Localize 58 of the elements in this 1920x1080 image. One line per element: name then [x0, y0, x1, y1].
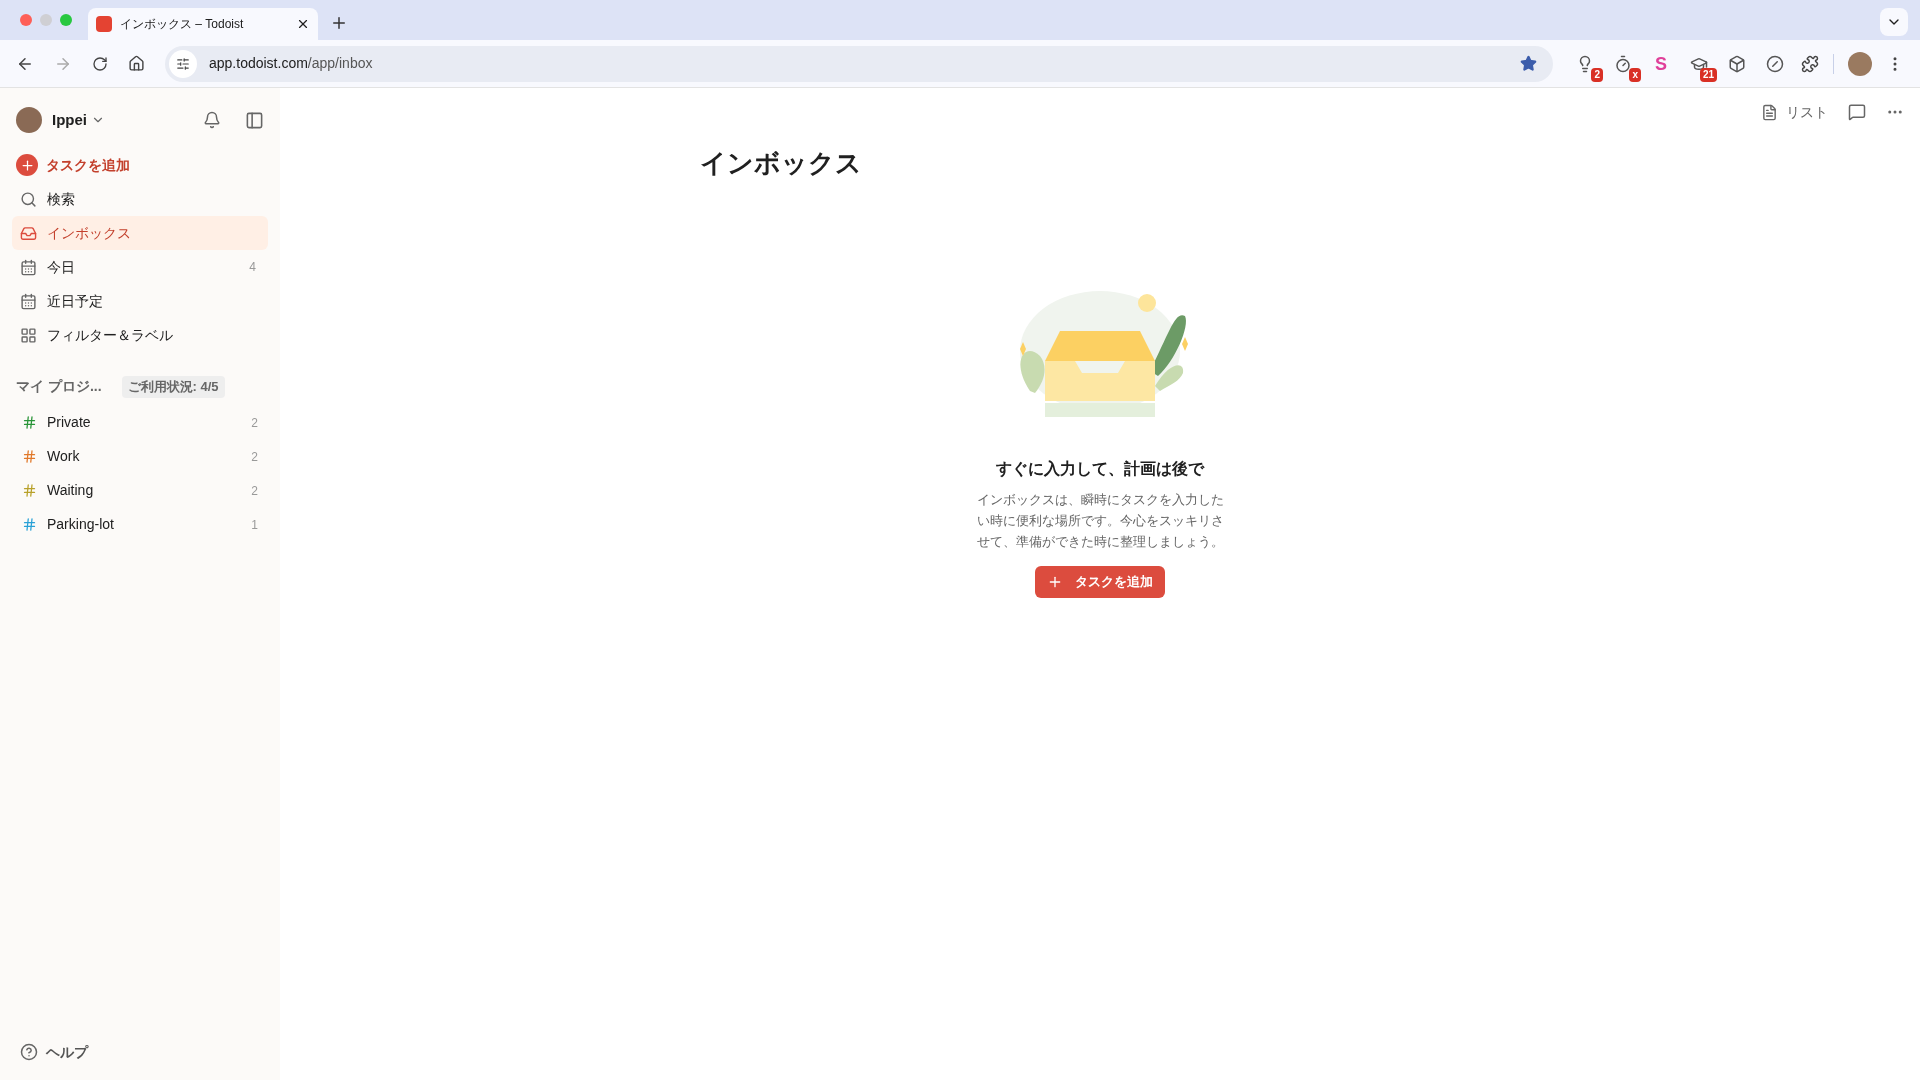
- empty-state-heading: すぐに入力して、計画は後で: [996, 459, 1204, 479]
- sidebar-nav-item[interactable]: 近日予定: [12, 284, 268, 318]
- usage-badge: ご利用状況: 4/5: [121, 376, 225, 398]
- empty-state-description: インボックスは、瞬時にタスクを入力したい時に便利な場所です。今心をスッキリさせて、準備ができた時に整理しましょう。: [975, 491, 1225, 551]
- comments-icon[interactable]: [1848, 103, 1866, 121]
- list-icon: [1761, 103, 1778, 121]
- extension-badge: 2: [1591, 67, 1603, 82]
- tab-list-button[interactable]: [1880, 8, 1908, 36]
- project-item[interactable]: Parking-lot 1: [12, 507, 268, 542]
- address-bar[interactable]: app.todoist.com/app/inbox: [165, 45, 1553, 82]
- extensions-icon[interactable]: [1801, 54, 1819, 73]
- filters-icon: [20, 326, 37, 344]
- help-icon: [20, 1043, 38, 1061]
- project-item[interactable]: Private 2: [12, 405, 268, 440]
- item-count: 2: [251, 414, 258, 432]
- extension-logo[interactable]: S: [1655, 54, 1667, 73]
- profile-avatar[interactable]: [1848, 51, 1872, 76]
- extension-icon[interactable]: [1766, 54, 1784, 73]
- plus-icon: [1047, 574, 1063, 590]
- sidebar-nav-item[interactable]: フィルター＆ラベル: [12, 318, 268, 352]
- page-title: インボックス: [700, 147, 863, 180]
- upcoming-icon: [20, 292, 37, 310]
- item-count: 2: [251, 482, 258, 500]
- reload-icon[interactable]: [92, 55, 108, 72]
- search-icon: [20, 190, 37, 208]
- tab-title: インボックス – Todoist: [120, 16, 245, 33]
- extension-badge: 21: [1699, 67, 1717, 82]
- item-count: 1: [251, 516, 258, 534]
- extension-icon[interactable]: [1728, 54, 1746, 73]
- plus-icon: [19, 157, 35, 173]
- project-item[interactable]: Work 2: [12, 439, 268, 474]
- sidebar-nav-item[interactable]: 検索: [12, 182, 268, 216]
- extension-badge: x: [1629, 67, 1641, 82]
- item-count: 2: [251, 448, 258, 466]
- today-icon: [20, 258, 37, 276]
- sidebar-nav-item[interactable]: インボックス: [12, 216, 268, 250]
- projects-heading[interactable]: マイ プロジ...: [16, 376, 102, 398]
- new-tab-icon[interactable]: [330, 14, 348, 32]
- user-name[interactable]: Ippei: [52, 108, 87, 132]
- view-button[interactable]: リスト: [1761, 101, 1828, 123]
- bookmark-star-icon[interactable]: [1520, 55, 1537, 72]
- add-task-button[interactable]: タスクを追加: [12, 148, 268, 182]
- help-link[interactable]: ヘルプ: [12, 1036, 268, 1068]
- close-tab-icon[interactable]: [296, 17, 310, 31]
- browser-tab[interactable]: インボックス – Todoist: [88, 8, 318, 40]
- site-settings-icon[interactable]: [169, 49, 197, 78]
- project-item[interactable]: Waiting 2: [12, 473, 268, 508]
- add-task-button[interactable]: タスクを追加: [1035, 566, 1165, 598]
- todoist-logo-icon: [96, 16, 112, 32]
- sidebar-toggle-icon[interactable]: [245, 110, 264, 130]
- notifications-icon[interactable]: [203, 111, 221, 129]
- url-text: app.todoist.com/app/inbox: [209, 54, 374, 73]
- sidebar-nav-item[interactable]: 今日 4: [12, 250, 268, 284]
- item-count: 4: [249, 259, 257, 276]
- inbox-icon: [20, 224, 37, 242]
- home-icon[interactable]: [128, 55, 145, 72]
- extension-icon[interactable]: [1614, 54, 1632, 73]
- user-avatar[interactable]: [16, 107, 42, 133]
